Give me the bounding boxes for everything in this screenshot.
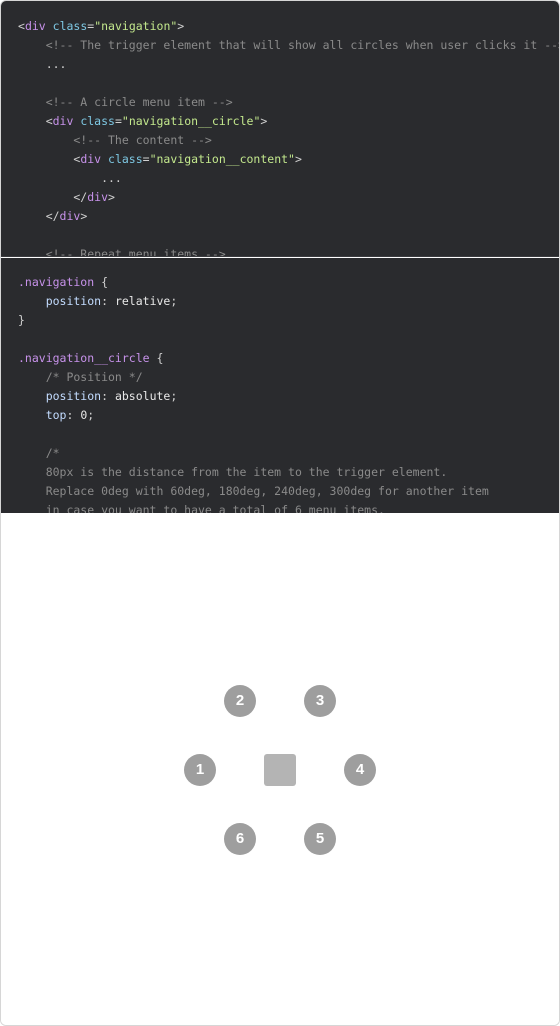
code-token: div [87, 190, 109, 204]
code-token: div [52, 114, 74, 128]
code-line: Replace 0deg with 60deg, 180deg, 240deg,… [18, 482, 559, 501]
code-token: ... [18, 171, 122, 185]
code-line: <div class="navigation__circle"> [18, 112, 559, 131]
code-line: .navigation { [18, 273, 559, 292]
code-token: </ [18, 190, 88, 204]
navigation-circle-3[interactable]: 3 [304, 685, 336, 717]
code-token: > [177, 19, 185, 33]
code-token: ; [87, 408, 95, 422]
code-token: > [294, 152, 302, 166]
code-token: : [101, 389, 115, 403]
code-token: { [149, 351, 164, 365]
code-line: ... [18, 55, 559, 74]
code-token: > [108, 190, 115, 204]
code-line: /* Position */ [18, 368, 559, 387]
code-line: <!-- A circle menu item --> [18, 93, 559, 112]
code-token: ; [170, 389, 178, 403]
code-token: 80px is the distance from the item to th… [18, 465, 448, 479]
code-token: : [66, 408, 81, 422]
code-token: .navigation__circle [18, 351, 150, 365]
code-line: </div> [18, 188, 559, 207]
code-token: <!-- The content --> [18, 133, 212, 147]
code-line: ... [18, 169, 559, 188]
code-token: : [101, 294, 115, 308]
code-token: Replace 0deg with 60deg, 180deg, 240deg,… [18, 484, 489, 498]
code-token: relative [114, 294, 171, 308]
code-line: .navigation__circle { [18, 349, 559, 368]
code-line: <!-- Repeat menu items --> [18, 245, 559, 257]
navigation-circle-5[interactable]: 5 [304, 823, 336, 855]
navigation-circle-6[interactable]: 6 [224, 823, 256, 855]
code-token: ; [170, 294, 178, 308]
code-token: /* [18, 446, 60, 460]
code-token: > [80, 209, 88, 223]
code-token: { [94, 275, 109, 289]
code-token: ... [18, 57, 67, 71]
code-token: div [59, 209, 81, 223]
code-token: "navigation__content" [149, 152, 295, 166]
code-token: /* Position */ [18, 370, 143, 384]
code-token: in case you want to have a total of 6 me… [18, 503, 385, 513]
code-token: < [18, 114, 53, 128]
code-token: <!-- Repeat menu items --> [18, 247, 226, 257]
code-token: <!-- The trigger element that will show … [18, 38, 559, 52]
code-token: class [101, 152, 143, 166]
code-token: > [260, 114, 268, 128]
demo-preview: 1 2 3 4 5 6 [1, 514, 559, 1025]
code-token: div [24, 19, 46, 33]
navigation-trigger[interactable] [264, 754, 296, 786]
code-token: <!-- A circle menu item --> [18, 95, 233, 109]
code-line: position: absolute; [18, 387, 559, 406]
demo-frame: <div class="navigation"> <!-- The trigge… [0, 0, 560, 1026]
html-code-block: <div class="navigation"> <!-- The trigge… [1, 1, 559, 257]
code-token: class [45, 19, 88, 33]
code-line: <!-- The trigger element that will show … [18, 36, 559, 55]
code-token: "navigation" [94, 19, 178, 33]
code-line: /* [18, 444, 559, 463]
navigation-circle-1[interactable]: 1 [184, 754, 216, 786]
navigation-circle-2[interactable]: 2 [224, 685, 256, 717]
code-line: position: relative; [18, 292, 559, 311]
code-token: .navigation [18, 275, 95, 289]
code-token: < [18, 19, 25, 33]
code-line: 80px is the distance from the item to th… [18, 463, 559, 482]
code-line: <!-- The content --> [18, 131, 559, 150]
css-code-block: .navigation { position: relative;} .navig… [1, 258, 559, 513]
code-token: </ [18, 209, 60, 223]
css-code: .navigation { position: relative;} .navig… [18, 273, 559, 513]
code-token: = [142, 152, 150, 166]
code-token: absolute [114, 389, 171, 403]
code-line: } [18, 311, 559, 330]
code-token: div [80, 152, 102, 166]
code-line: <div class="navigation"> [18, 17, 559, 36]
code-token: = [114, 114, 122, 128]
code-token: position [18, 294, 102, 308]
code-token: } [18, 313, 25, 327]
code-line: <div class="navigation__content"> [18, 150, 559, 169]
code-token: "navigation__circle" [121, 114, 261, 128]
html-code: <div class="navigation"> <!-- The trigge… [18, 17, 559, 257]
code-token: class [73, 114, 115, 128]
code-line: top: 0; [18, 406, 559, 425]
navigation-circle-4[interactable]: 4 [344, 754, 376, 786]
code-line: </div> [18, 207, 559, 226]
code-token: < [18, 152, 81, 166]
code-token: top [18, 408, 67, 422]
code-token: position [18, 389, 102, 403]
code-line: in case you want to have a total of 6 me… [18, 501, 559, 513]
